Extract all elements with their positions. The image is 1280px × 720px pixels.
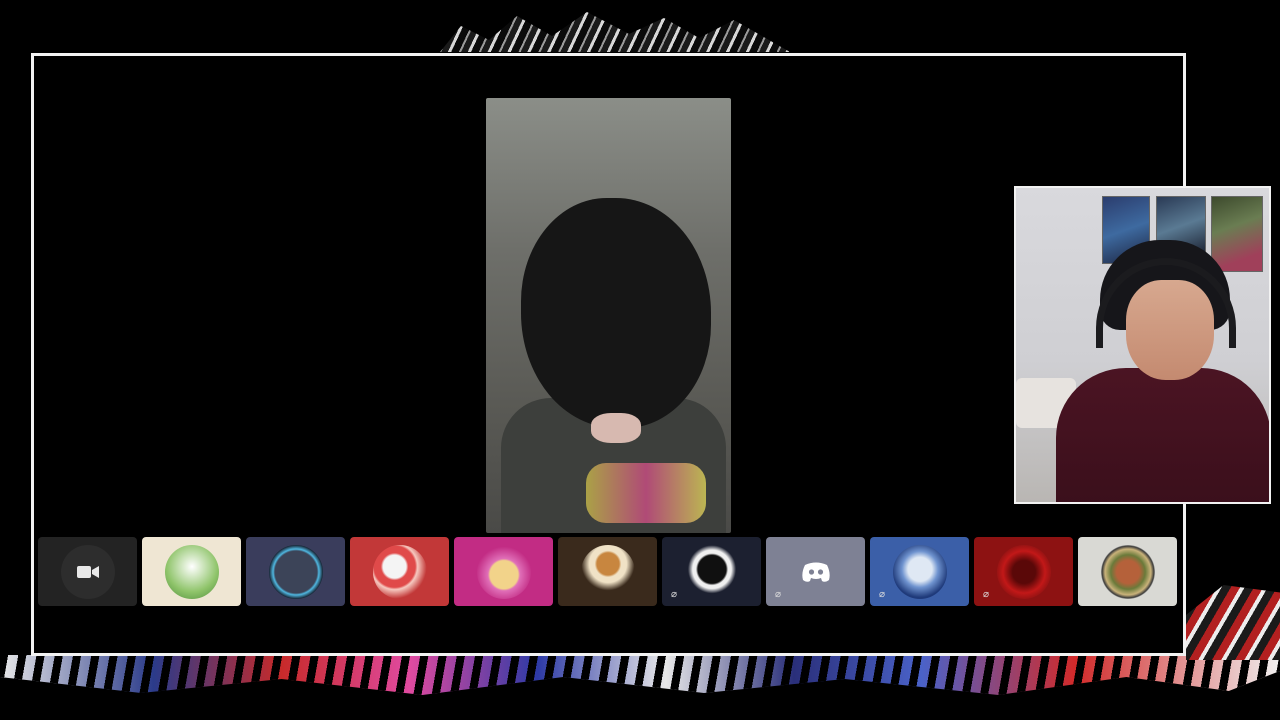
candy-characters-avatar bbox=[372, 544, 427, 599]
mic-muted-icon: ⌀ bbox=[878, 589, 886, 600]
video-shirt-print bbox=[586, 463, 706, 523]
focused-video-stream[interactable] bbox=[486, 98, 731, 533]
dark-figure-avatar bbox=[684, 544, 739, 599]
participant-tile[interactable]: ⌀ bbox=[766, 537, 865, 606]
cartoon-sign-avatar bbox=[580, 544, 635, 599]
portrait-ring-avatar bbox=[268, 544, 323, 599]
webcam-overlay bbox=[1014, 186, 1271, 504]
video-subject-face bbox=[591, 413, 641, 443]
participant-tile[interactable]: ⌀ bbox=[870, 537, 969, 606]
decorative-swirl-top bbox=[440, 12, 790, 52]
participant-tile[interactable] bbox=[38, 537, 137, 606]
decorative-swirl-right bbox=[1186, 585, 1280, 660]
pink-cat-avatar bbox=[476, 544, 531, 599]
decorative-swirl-bottom bbox=[0, 655, 1280, 695]
participant-tile[interactable] bbox=[142, 537, 241, 606]
mic-muted-icon: ⌀ bbox=[774, 589, 782, 600]
mic-muted-icon: ⌀ bbox=[982, 589, 990, 600]
blue-anime-avatar bbox=[892, 544, 947, 599]
participant-tile[interactable] bbox=[558, 537, 657, 606]
participant-tile[interactable] bbox=[350, 537, 449, 606]
red-creature-avatar bbox=[996, 544, 1051, 599]
camera-icon bbox=[60, 544, 115, 599]
cartoon-character-avatar bbox=[164, 544, 219, 599]
participant-tile[interactable] bbox=[454, 537, 553, 606]
participant-tile[interactable] bbox=[1078, 537, 1177, 606]
participant-tile[interactable]: ⌀ bbox=[662, 537, 761, 606]
discord-logo-avatar bbox=[789, 545, 843, 599]
mic-muted-icon: ⌀ bbox=[670, 589, 678, 600]
wall-poster bbox=[1211, 196, 1263, 272]
streamer-shirt bbox=[1056, 368, 1269, 502]
participant-strip: ⌀ ⌀ ⌀ ⌀ bbox=[38, 537, 1180, 606]
participant-tile[interactable]: ⌀ bbox=[974, 537, 1073, 606]
participant-tile[interactable] bbox=[246, 537, 345, 606]
blocky-character-avatar bbox=[1100, 544, 1155, 599]
video-subject-hair bbox=[521, 198, 711, 428]
